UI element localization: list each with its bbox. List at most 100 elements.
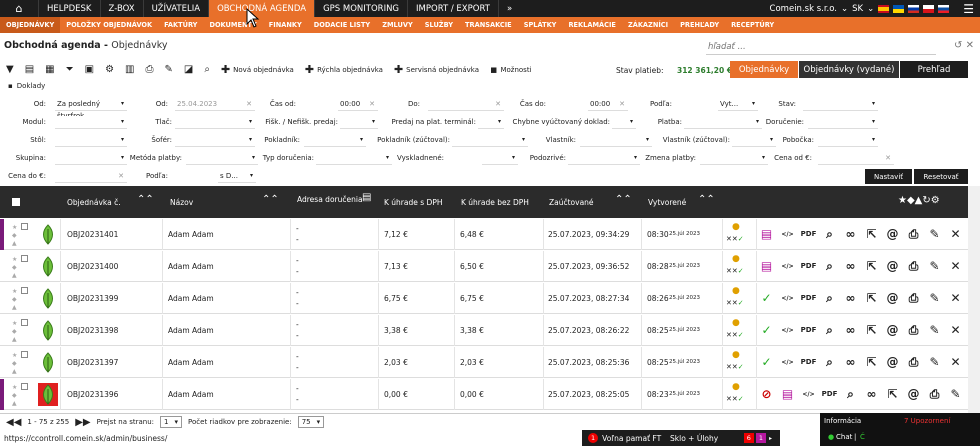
subnav-overviews[interactable]: PREHĽADY xyxy=(674,17,725,33)
delete-icon[interactable]: ✕ xyxy=(947,257,964,275)
search-input[interactable] xyxy=(706,39,936,55)
expand-icon[interactable]: ▸ xyxy=(769,435,772,442)
delete-icon[interactable]: ✕ xyxy=(947,289,964,307)
order-number[interactable]: OBJ20231397 xyxy=(67,358,118,367)
filter-wrong-doc-select[interactable]: ▾ xyxy=(612,116,636,129)
subnav-customers[interactable]: ZÁKAZNÍCI xyxy=(622,17,674,33)
filter-group-select[interactable]: ▾ xyxy=(55,152,127,165)
service-order-button[interactable]: ✚ Servisná objednávka xyxy=(394,63,479,76)
printer-icon[interactable]: ⎙ xyxy=(905,289,922,307)
tag-icon[interactable]: ◆ xyxy=(12,328,17,335)
coins-icon[interactable]: ● xyxy=(732,286,740,296)
star-icon[interactable]: ★ xyxy=(12,320,17,327)
table-row[interactable]: ★ ◆ ▲ OBJ20231397 Adam Adam - - 2,03 € 2,03 € 25.… xyxy=(0,347,968,378)
clear-icon[interactable]: ✕ xyxy=(885,152,891,164)
coins-icon[interactable]: ● xyxy=(732,222,740,232)
bell-icon[interactable]: ▲ xyxy=(12,240,17,247)
delete-icon[interactable]: ✕ xyxy=(947,353,964,371)
apply-filter-button[interactable]: Nastaviť xyxy=(865,169,912,184)
flag-ua-icon[interactable] xyxy=(893,4,905,13)
subnav-orders[interactable]: OBJEDNÁVKY xyxy=(0,17,61,33)
filter-cashier-settled-select[interactable]: ▾ xyxy=(452,134,528,147)
printer-icon[interactable]: ⎙ xyxy=(926,385,943,403)
nav-zbox[interactable]: Z-BOX xyxy=(99,0,143,17)
edit-icon[interactable]: ✎ xyxy=(926,257,943,275)
pdf-icon[interactable]: PDF xyxy=(800,225,817,243)
chart-icon[interactable]: ◪ xyxy=(184,64,193,75)
row-checkbox[interactable] xyxy=(21,287,28,294)
subnav-order-items[interactable]: POLOŽKY OBJEDNÁVOK xyxy=(60,17,158,33)
filter-date-to[interactable]: ✕ xyxy=(428,98,504,111)
row-checkbox[interactable] xyxy=(21,383,28,390)
tag-icon[interactable]: ◆ xyxy=(12,264,17,271)
flag-es-icon[interactable] xyxy=(878,4,890,13)
filter-od-select[interactable]: Za posledný štvrťrok▾ xyxy=(55,98,127,120)
filter-terminal-select[interactable]: ▾ xyxy=(478,116,504,129)
cancel-icon[interactable]: ⊘ xyxy=(758,385,775,403)
edit-icon[interactable]: ✎ xyxy=(926,321,943,339)
filter-suspicious-select[interactable]: ▾ xyxy=(568,152,640,165)
alerts-count[interactable]: 7 Upozornení xyxy=(904,417,950,425)
filter-method-select[interactable]: ▾ xyxy=(186,152,258,165)
filter-price-to-input[interactable]: ✕ xyxy=(55,170,127,183)
subnav-services[interactable]: SLUŽBY xyxy=(419,17,459,33)
search-icon[interactable]: ⌕ xyxy=(821,321,838,339)
row-checkbox[interactable] xyxy=(21,319,28,326)
filter-delivery-select[interactable]: ▾ xyxy=(808,116,878,129)
flag-cz-icon[interactable] xyxy=(923,4,935,13)
new-order-button[interactable]: ✚ Nová objednávka xyxy=(221,63,294,76)
html-icon[interactable]: </> xyxy=(779,353,796,371)
email-icon[interactable]: @ xyxy=(884,353,901,371)
search-icon[interactable]: ⌕ xyxy=(821,257,838,275)
tag-icon[interactable]: ◆ xyxy=(12,296,17,303)
issued-orders-view-button[interactable]: Objednávky (vydané) xyxy=(799,61,899,78)
email-icon[interactable]: @ xyxy=(884,289,901,307)
clear-icon[interactable]: ✕ xyxy=(369,98,375,110)
coins-icon[interactable]: ● xyxy=(732,350,740,360)
printer-icon[interactable]: ⎙ xyxy=(145,64,153,75)
document-icon[interactable]: ▥ xyxy=(125,64,134,75)
funnel-icon[interactable]: ⏷ xyxy=(66,64,74,75)
table-row[interactable]: ★ ◆ ▲ OBJ20231400 Adam Adam - - 7,13 € 6,50 € 25.… xyxy=(0,251,968,282)
html-icon[interactable]: </> xyxy=(779,321,796,339)
filter-cashier-select[interactable]: ▾ xyxy=(304,134,366,147)
order-number[interactable]: OBJ20231399 xyxy=(67,294,118,303)
filter-by-select[interactable]: Vyt... ▾ xyxy=(718,98,758,111)
col-created[interactable]: Vytvorené xyxy=(648,198,686,207)
star-icon[interactable]: ★ xyxy=(12,256,17,263)
invoice-icon[interactable]: ▤ xyxy=(758,225,775,243)
email-icon[interactable]: @ xyxy=(884,257,901,275)
edit-icon[interactable]: ✎ xyxy=(947,385,964,403)
flag-ru-icon[interactable] xyxy=(908,4,920,13)
html-icon[interactable]: </> xyxy=(779,257,796,275)
filter-fiscal-select[interactable]: ▾ xyxy=(340,116,378,129)
home-icon[interactable]: ⌂ xyxy=(0,0,38,17)
lang-select[interactable]: SK xyxy=(852,4,863,14)
options-button[interactable]: ▪ Možnosti xyxy=(490,63,532,76)
nav-helpdesk[interactable]: HELPDESK xyxy=(38,0,100,17)
subnav-contracts[interactable]: ZMLUVY xyxy=(376,17,419,33)
nav-users[interactable]: UŽÍVATELIA xyxy=(142,0,208,17)
payment-status-icon[interactable]: ✕✕✓ xyxy=(726,267,744,275)
row-checkbox[interactable] xyxy=(21,255,28,262)
filter-delivery-type-select[interactable]: ▾ xyxy=(316,152,392,165)
pdf-icon[interactable]: PDF xyxy=(800,257,817,275)
html-icon[interactable]: </> xyxy=(779,225,796,243)
col-order-no[interactable]: Objednávka č. xyxy=(67,198,121,207)
payment-status-icon[interactable]: ✕✕✓ xyxy=(726,331,744,339)
link-icon[interactable]: ∞ xyxy=(842,353,859,371)
external-link-icon[interactable]: ⇱ xyxy=(863,353,880,371)
filter-payment-change-select[interactable]: ▾ xyxy=(700,152,768,165)
link-icon[interactable]: ∞ xyxy=(842,225,859,243)
payment-status-icon[interactable]: ✕✕✓ xyxy=(726,235,744,243)
header-actions[interactable]: ★◆▲↻⚙ xyxy=(898,195,940,206)
order-number[interactable]: OBJ20231396 xyxy=(67,390,118,399)
doklady-button[interactable]: ▪ Doklady xyxy=(8,82,45,90)
invoice-icon[interactable]: ▤ xyxy=(779,385,796,403)
check-icon[interactable]: ✓ xyxy=(758,321,775,339)
printer-icon[interactable]: ⎙ xyxy=(905,225,922,243)
filter-owner-settled-select[interactable]: ▾ xyxy=(732,134,776,147)
filter-payment-select[interactable]: ▾ xyxy=(684,116,762,129)
link-icon[interactable]: ∞ xyxy=(842,257,859,275)
email-icon[interactable]: @ xyxy=(884,321,901,339)
